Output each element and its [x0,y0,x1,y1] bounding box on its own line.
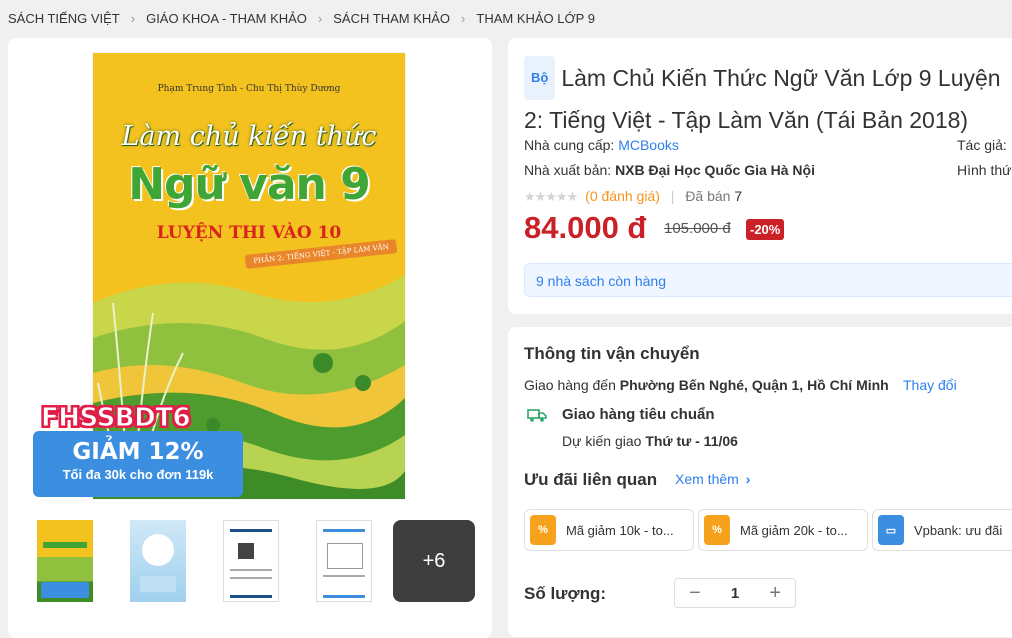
product-title-line2: 2: Tiếng Việt - Tập Làm Văn (Tái Bản 201… [524,107,969,133]
breadcrumb-item[interactable]: THAM KHẢO LỚP 9 [476,11,595,26]
breadcrumb-item[interactable]: SÁCH TIẾNG VIỆT [8,11,120,26]
voucher-card[interactable]: % Mã giảm 20k - to... [698,509,868,551]
product-gallery: Phạm Trung Tình - Chu Thị Thùy Dương Làm… [8,38,492,638]
eta-label: Dự kiến giao [562,433,642,449]
quantity-stepper: − 1 + [674,578,796,608]
truck-icon [527,407,547,422]
delivery-address: Phường Bến Nghé, Quận 1, Hồ Chí Minh [619,377,889,393]
thumbnail[interactable] [219,520,283,602]
shipping-section: Thông tin vận chuyển Giao hàng đến Phườn… [508,327,1012,637]
chevron-right-icon: › [317,11,323,26]
thumbnail[interactable] [312,520,376,602]
rating-count[interactable]: (0 đánh giá) [585,188,660,204]
chevron-right-icon: › [461,11,466,26]
publisher-row: Nhà xuất bản: NXB Đại Học Quốc Gia Hà Nộ… [524,162,815,178]
voucher-label: Mã giảm 20k - to... [740,522,848,538]
current-price: 84.000 đ [524,210,647,245]
format-label: Hình thứ [957,162,1012,178]
supplier-label: Nhà cung cấp: [524,137,615,153]
product-info: Bộ Làm Chủ Kiến Thức Ngữ Văn Lớp 9 Luyện … [508,38,1012,314]
breadcrumb-item[interactable]: GIÁO KHOA - THAM KHẢO [146,11,307,26]
percent-coupon-icon: % [530,515,556,545]
voucher-card[interactable]: % Mã giảm 10k - to... [524,509,694,551]
rating-row: ★★★★★ (0 đánh giá) | Đã bán 7 [524,188,742,205]
supplier-row: Nhà cung cấp: MCBooks [524,137,679,153]
breadcrumb-item[interactable]: SÁCH THAM KHẢO [333,11,450,26]
decrease-quantity-button[interactable]: − [689,582,701,605]
chevron-right-icon: › [130,11,136,26]
set-badge: Bộ [524,56,556,100]
change-address-link[interactable]: Thay đổi [903,377,957,393]
voucher-label: Mã giảm 10k - to... [566,522,674,538]
voucher-card[interactable]: ▭ Vpbank: ưu đãi [872,509,1012,551]
breadcrumb: SÁCH TIẾNG VIỆT › GIÁO KHOA - THAM KHẢO … [8,11,595,26]
sold-count: 7 [734,188,743,204]
promo-line2: Tối đa 30k cho đơn 119k [62,467,214,482]
store-stock-link[interactable]: 9 nhà sách còn hàng [524,263,1012,297]
chevron-right-icon: › [745,471,751,487]
voucher-label: Vpbank: ưu đãi [914,522,1003,538]
promo-code: FHSSBDT6 [40,403,191,434]
author-label: Tác giả: [957,137,1007,153]
eta-row: Dự kiến giao Thứ tư - 11/06 [562,433,738,449]
publisher-label: Nhà xuất bản: [524,162,612,178]
shipping-method: Giao hàng tiêu chuẩn [562,406,715,423]
format-row: Hình thứ [957,162,1012,178]
credit-card-icon: ▭ [878,515,904,545]
product-title: Bộ Làm Chủ Kiến Thức Ngữ Văn Lớp 9 Luyện … [524,56,1012,140]
thumbnail[interactable] [33,520,97,602]
cover-title-line2: Ngữ văn 9 [128,159,371,210]
delivery-address-row: Giao hàng đến Phường Bến Nghé, Quận 1, H… [524,377,889,393]
eta-value: Thứ tư - 11/06 [645,433,738,449]
thumbnail[interactable] [126,520,190,602]
shipping-heading: Thông tin vận chuyển [524,344,700,363]
cover-title-line3: LUYỆN THI VÀO 10 [156,223,342,243]
see-more-label: Xem thêm [675,471,739,487]
increase-quantity-button[interactable]: + [769,582,781,605]
see-more-offers-link[interactable]: Xem thêm › [675,471,750,487]
more-images-button[interactable]: +6 [393,520,475,602]
product-title-line1: Làm Chủ Kiến Thức Ngữ Văn Lớp 9 Luyện [561,65,1001,91]
deliver-to-label: Giao hàng đến [524,377,616,393]
original-price: 105.000 đ [664,220,731,237]
supplier-link[interactable]: MCBooks [618,137,679,153]
offers-heading: Ưu đãi liên quan [524,470,658,489]
publisher-value: NXB Đại Học Quốc Gia Hà Nội [615,162,815,178]
quantity-value[interactable]: 1 [731,585,739,602]
cover-authors: Phạm Trung Tình - Chu Thị Thùy Dương [157,84,341,94]
quantity-label: Số lượng: [524,584,606,603]
promo-line1: GIẢM 12% [72,439,204,465]
divider: | [670,188,675,204]
discount-badge: -20% [746,219,785,240]
percent-coupon-icon: % [704,515,730,545]
promo-box: GIẢM 12% Tối đa 30k cho đơn 119k [33,431,243,497]
rating-stars-icon: ★★★★★ [524,189,578,204]
cover-title-line1: Làm chủ kiến thức [121,121,377,152]
author-row: Tác giả: [957,137,1007,153]
sold-label: Đã bán [685,188,731,204]
promo-sticker: FHSSBDT6 GIẢM 12% Tối đa 30k cho đơn 119… [33,403,243,497]
